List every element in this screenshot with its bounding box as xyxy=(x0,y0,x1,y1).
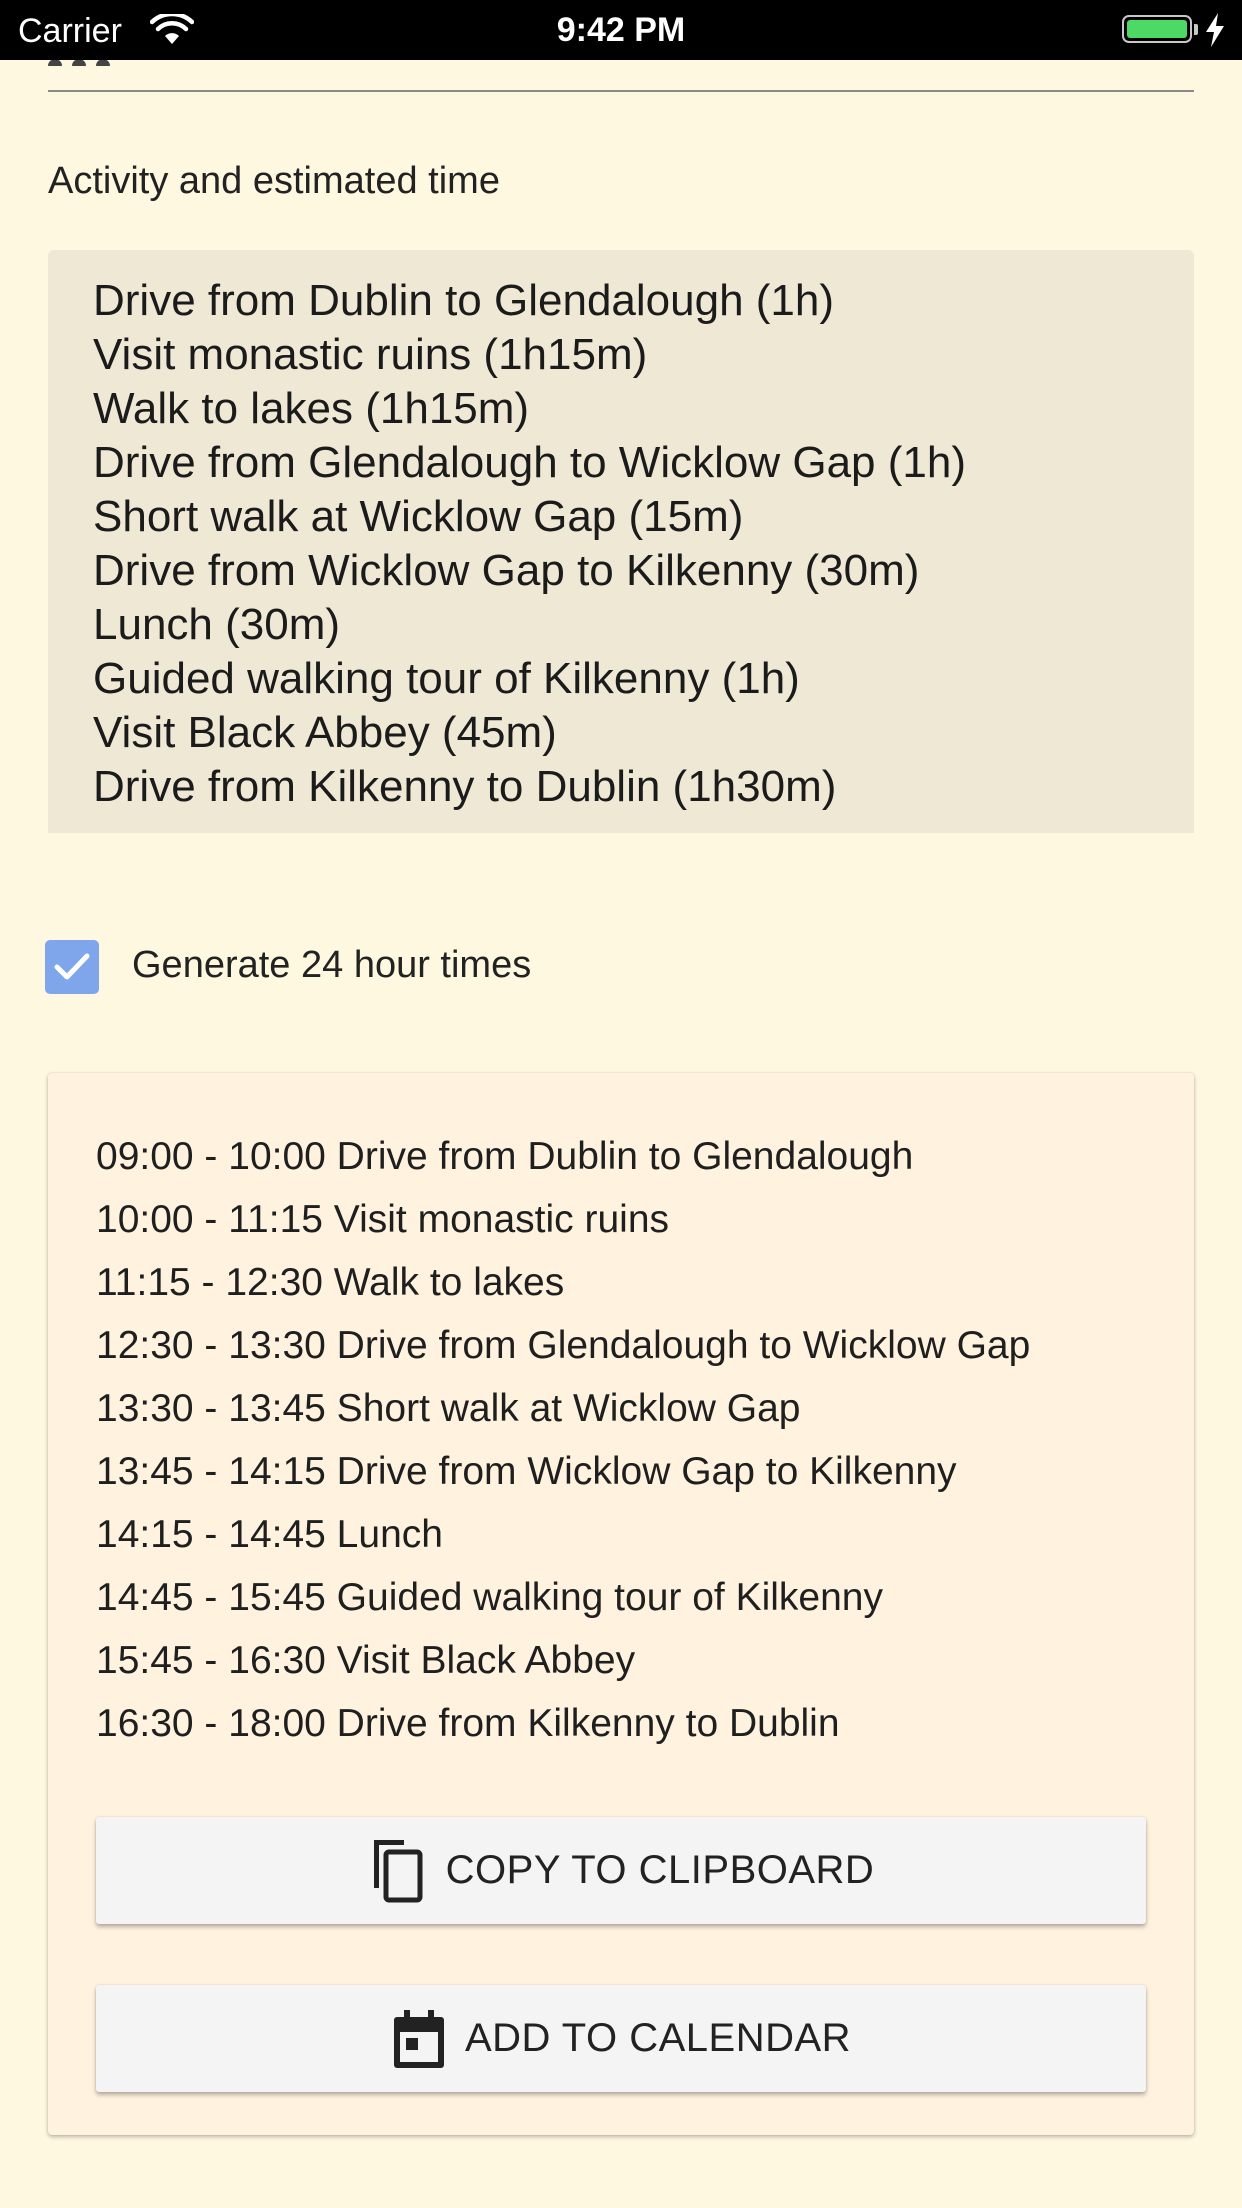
activity-line: Drive from Glendalough to Wicklow Gap (1… xyxy=(93,438,966,487)
schedule-line: 15:45 - 16:30 Visit Black Abbey xyxy=(96,1639,636,1682)
status-bar: Carrier 9:42 PM xyxy=(0,0,1242,60)
calendar-icon xyxy=(393,2009,444,2068)
battery-cap xyxy=(1194,24,1198,35)
previous-field-text xyxy=(48,60,138,66)
checkmark-icon xyxy=(54,953,90,980)
previous-field-underline xyxy=(48,90,1194,92)
schedule-line: 12:30 - 13:30 Drive from Glendalough to … xyxy=(96,1324,1031,1367)
schedule-list: 09:00 - 10:00 Drive from Dublin to Glend… xyxy=(96,1125,1030,1755)
activity-line: Lunch (30m) xyxy=(93,600,341,649)
activity-field-label: Activity and estimated time xyxy=(48,160,500,202)
battery-icon xyxy=(1122,15,1192,43)
schedule-line: 13:45 - 14:15 Drive from Wicklow Gap to … xyxy=(96,1450,957,1493)
hour24-label[interactable]: Generate 24 hour times xyxy=(132,944,531,987)
activity-line: Drive from Wicklow Gap to Kilkenny (30m) xyxy=(93,546,920,595)
activity-line: Drive from Dublin to Glendalough (1h) xyxy=(93,276,835,325)
activity-line: Visit Black Abbey (45m) xyxy=(93,708,557,757)
schedule-line: 14:45 - 15:45 Guided walking tour of Kil… xyxy=(96,1576,883,1619)
bolt-icon xyxy=(1206,13,1224,47)
activity-line: Drive from Kilkenny to Dublin (1h30m) xyxy=(93,762,837,811)
calendar-button-label: ADD TO CALENDAR xyxy=(464,2016,852,2060)
schedule-line: 11:15 - 12:30 Walk to lakes xyxy=(96,1261,565,1304)
activity-line: Guided walking tour of Kilkenny (1h) xyxy=(93,654,800,703)
add-to-calendar-button[interactable]: ADD TO CALENDAR xyxy=(96,1985,1146,2092)
activity-line: Visit monastic ruins (1h15m) xyxy=(93,330,648,379)
schedule-line: 14:15 - 14:45 Lunch xyxy=(96,1513,443,1556)
activity-textarea[interactable]: Drive from Dublin to Glendalough (1h) Vi… xyxy=(48,250,1194,833)
copy-button-label: COPY TO CLIPBOARD xyxy=(445,1848,875,1892)
activity-line: Walk to lakes (1h15m) xyxy=(93,384,530,433)
copy-to-clipboard-button[interactable]: COPY TO CLIPBOARD xyxy=(96,1817,1146,1924)
battery-level xyxy=(1127,20,1187,38)
content-copy-icon xyxy=(373,1839,423,1902)
activity-line: Short walk at Wicklow Gap (15m) xyxy=(93,492,744,541)
schedule-line: 09:00 - 10:00 Drive from Dublin to Glend… xyxy=(96,1135,914,1178)
schedule-card: 09:00 - 10:00 Drive from Dublin to Glend… xyxy=(48,1073,1194,2135)
schedule-line: 13:30 - 13:45 Short walk at Wicklow Gap xyxy=(96,1387,801,1430)
schedule-line: 16:30 - 18:00 Drive from Kilkenny to Dub… xyxy=(96,1702,840,1745)
hour24-checkbox[interactable] xyxy=(45,940,99,994)
schedule-line: 10:00 - 11:15 Visit monastic ruins xyxy=(96,1198,670,1241)
clock: 9:42 PM xyxy=(556,11,686,49)
